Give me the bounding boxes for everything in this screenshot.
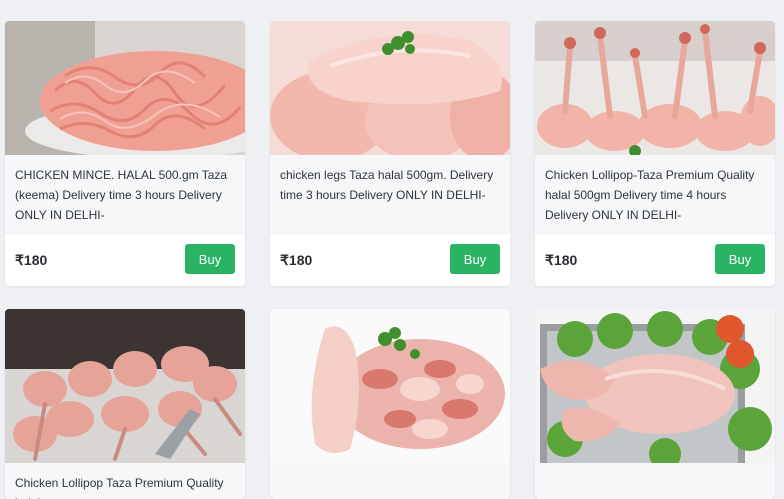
chicken-lollipop-image[interactable]: [535, 21, 775, 155]
product-description: Chicken Lollipop Taza Premium Quality ha…: [15, 476, 224, 499]
product-card: [535, 309, 775, 499]
product-card: CHICKEN MINCE. HALAL 500.gm Taza (keema)…: [5, 21, 245, 286]
product-card: chicken legs Taza halal 500gm. Delivery …: [270, 21, 510, 286]
product-card: [270, 309, 510, 499]
product-description: chicken legs Taza halal 500gm. Delivery …: [280, 168, 494, 202]
buy-button[interactable]: Buy: [715, 244, 765, 274]
product-footer: ₹180 Buy: [5, 233, 245, 286]
chicken-legs-image[interactable]: [270, 21, 510, 155]
product-description: CHICKEN MINCE. HALAL 500.gm Taza (keema)…: [15, 168, 228, 222]
product-grid: CHICKEN MINCE. HALAL 500.gm Taza (keema)…: [0, 0, 784, 499]
product-price: ₹180: [545, 252, 578, 268]
chicken-lollipop-raw-image[interactable]: [5, 309, 245, 463]
buy-button[interactable]: Buy: [450, 244, 500, 274]
product-card: Chicken Lollipop-Taza Premium Quality ha…: [535, 21, 775, 286]
product-price: ₹180: [280, 252, 313, 268]
product-footer: ₹180 Buy: [535, 233, 775, 286]
buy-button[interactable]: Buy: [185, 244, 235, 274]
product-description: Chicken Lollipop-Taza Premium Quality ha…: [545, 168, 755, 222]
product-card: Chicken Lollipop Taza Premium Quality ha…: [5, 309, 245, 499]
product-footer: ₹180 Buy: [270, 233, 510, 286]
product-description: [270, 463, 510, 499]
product-description: [535, 463, 775, 499]
whole-chicken-image[interactable]: [535, 309, 775, 463]
chicken-mince-image[interactable]: [5, 21, 245, 155]
product-price: ₹180: [15, 252, 48, 268]
chicken-curry-cut-image[interactable]: [270, 309, 510, 463]
